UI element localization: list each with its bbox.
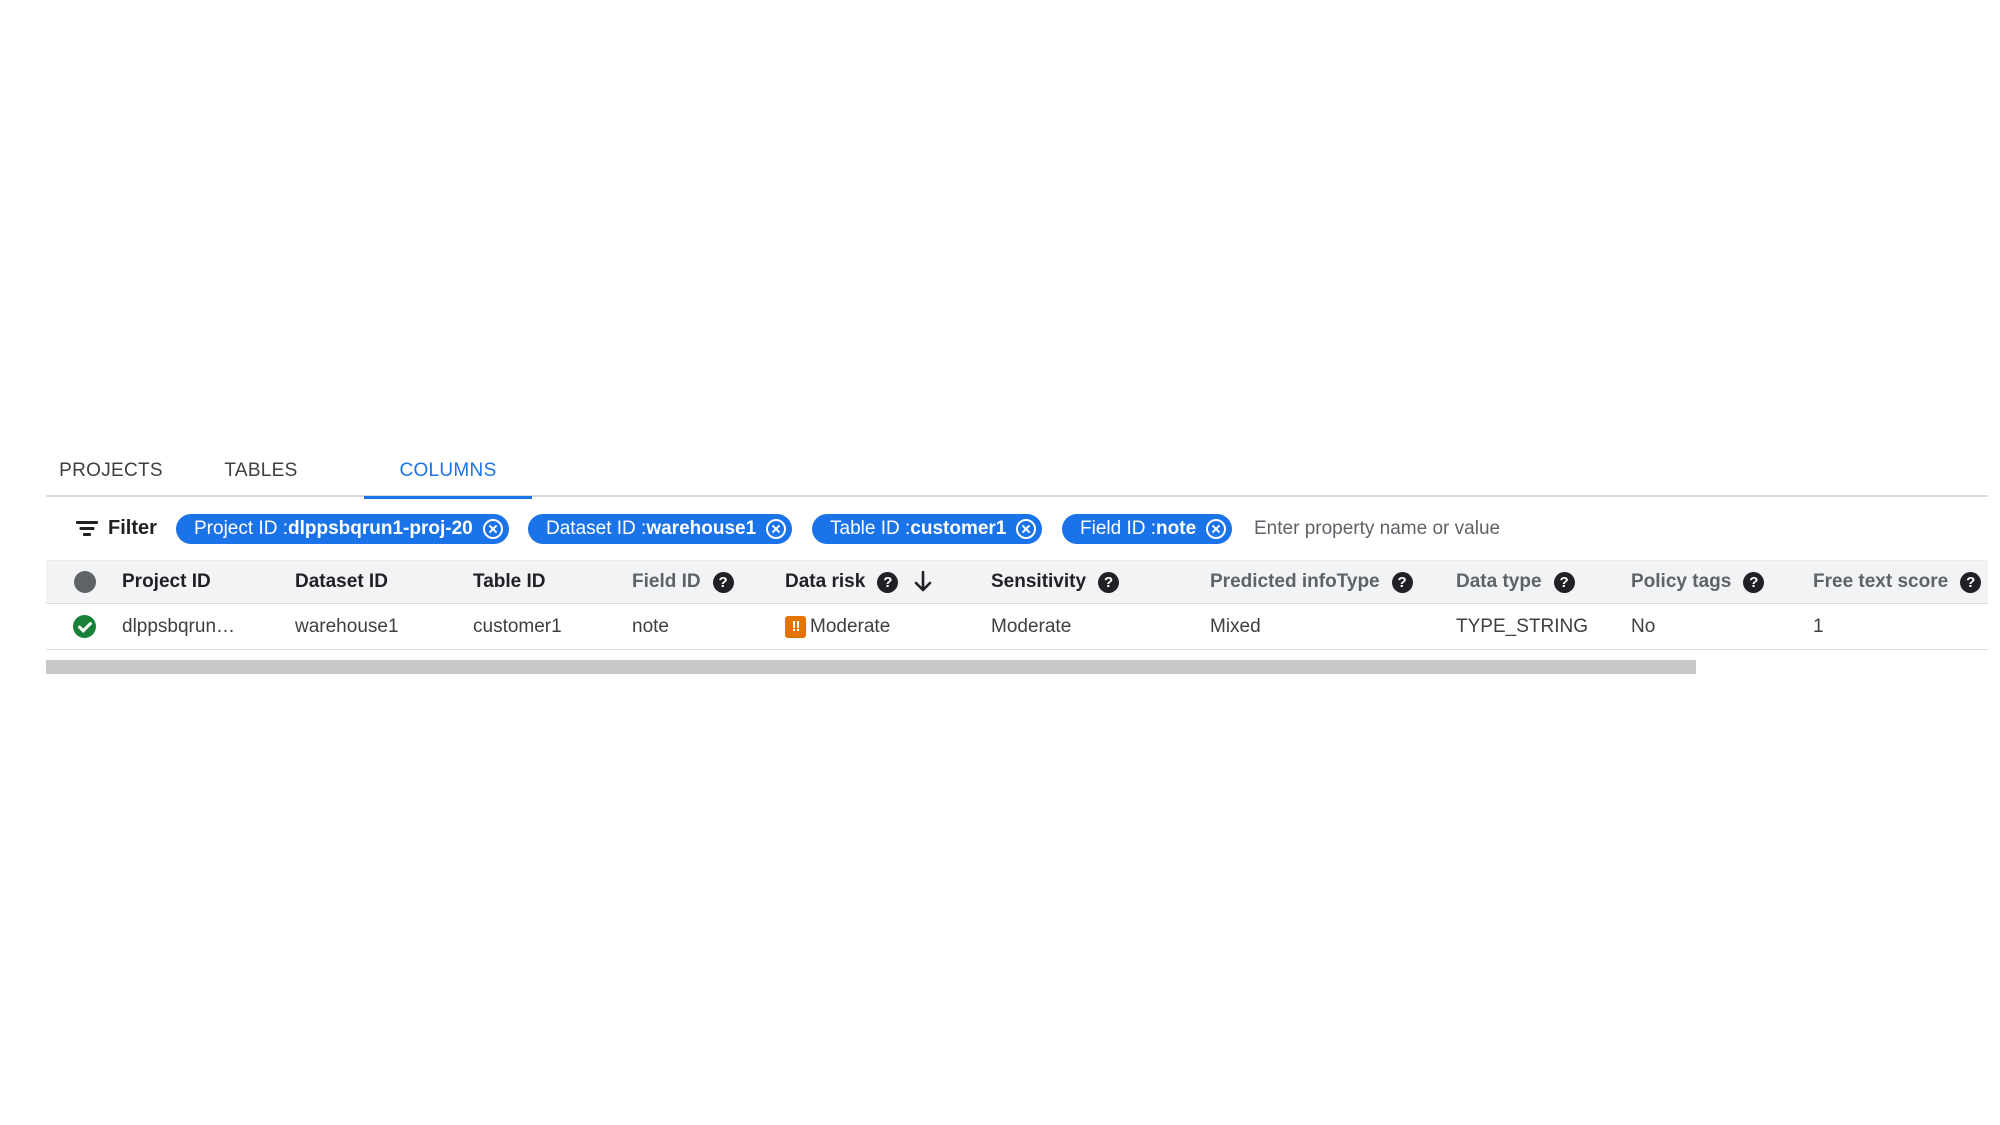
chip-key: Table ID :: [830, 518, 911, 539]
chip-key: Project ID :: [194, 518, 288, 539]
column-header-table-id[interactable]: Table ID: [473, 561, 546, 603]
tab-columns[interactable]: COLUMNS: [364, 445, 532, 499]
filter-label: Filter: [108, 516, 157, 539]
column-header-field-id[interactable]: Field ID ?: [632, 561, 734, 603]
chip-key: Field ID :: [1080, 518, 1157, 539]
table-row[interactable]: dlppsbqrun… warehouse1 customer1 note !!…: [46, 604, 1988, 650]
column-header-free-text-score[interactable]: Free text score ?: [1813, 561, 1982, 603]
arrow-down-icon[interactable]: [914, 571, 932, 593]
cancel-circle-icon[interactable]: [482, 519, 503, 539]
filter-list-icon: [76, 519, 98, 537]
help-circle-icon[interactable]: ?: [1743, 571, 1765, 593]
help-circle-icon[interactable]: ?: [1553, 571, 1575, 593]
filter-button[interactable]: Filter: [76, 513, 157, 543]
select-circle-icon: [74, 571, 96, 593]
help-circle-icon[interactable]: ?: [1391, 571, 1413, 593]
filter-chip-project-id[interactable]: Project ID : dlppsbqrun1-proj-20: [176, 514, 509, 544]
column-header-predicted-infotype[interactable]: Predicted infoType ?: [1210, 561, 1413, 603]
tab-label: TABLES: [224, 460, 298, 481]
tab-tables[interactable]: TABLES: [196, 445, 326, 497]
select-all-toggle[interactable]: [74, 561, 96, 603]
column-header-project-id[interactable]: Project ID: [122, 561, 211, 603]
chip-value: dlppsbqrun1-proj-20: [287, 518, 473, 539]
help-circle-icon[interactable]: ?: [877, 571, 899, 593]
column-header-policy-tags[interactable]: Policy tags ?: [1631, 561, 1765, 603]
help-circle-icon[interactable]: ?: [1098, 571, 1120, 593]
column-header-data-risk[interactable]: Data risk ?: [785, 561, 932, 603]
cell-table-id: customer1: [473, 615, 562, 637]
tab-bar: PROJECTS TABLES COLUMNS: [46, 445, 1988, 499]
tab-label: PROJECTS: [59, 460, 163, 481]
filter-chip-table-id[interactable]: Table ID : customer1: [812, 514, 1043, 544]
help-circle-icon[interactable]: ?: [712, 571, 734, 593]
column-header-label: Free text score: [1813, 571, 1949, 592]
cell-predicted-infotype: Mixed: [1210, 615, 1261, 637]
scrollbar-thumb[interactable]: [46, 660, 1696, 674]
column-header-label: Dataset ID: [295, 571, 388, 592]
check-circle-icon: [73, 615, 96, 638]
column-header-label: Predicted infoType: [1210, 571, 1380, 592]
help-circle-icon[interactable]: ?: [1960, 571, 1982, 593]
column-header-label: Project ID: [122, 571, 211, 592]
data-risk-label: Moderate: [810, 615, 891, 637]
cell-field-id: note: [632, 615, 669, 637]
risk-moderate-icon: !!: [785, 615, 806, 638]
column-header-label: Data risk: [785, 571, 866, 592]
chip-value: note: [1156, 518, 1197, 539]
column-header-sensitivity[interactable]: Sensitivity ?: [991, 561, 1120, 603]
column-header-label: Field ID: [632, 571, 701, 592]
column-header-data-type[interactable]: Data type ?: [1456, 561, 1575, 603]
data-profile-panel: PROJECTS TABLES COLUMNS Filter Project I…: [46, 445, 1988, 676]
column-header-label: Data type: [1456, 571, 1542, 592]
chip-value: warehouse1: [646, 518, 757, 539]
chip-key: Dataset ID :: [546, 518, 647, 539]
cancel-circle-icon[interactable]: [1016, 519, 1037, 539]
filter-chip-field-id[interactable]: Field ID : note: [1062, 514, 1233, 544]
cell-project-id[interactable]: dlppsbqrun…: [122, 604, 235, 649]
filter-chip-dataset-id[interactable]: Dataset ID : warehouse1: [528, 514, 793, 544]
cell-data-risk: !! Moderate: [785, 604, 890, 649]
column-header-label: Table ID: [473, 571, 546, 592]
cancel-circle-icon[interactable]: [766, 519, 787, 539]
column-header-label: Sensitivity: [991, 571, 1087, 592]
column-header-label: Policy tags: [1631, 571, 1732, 592]
cancel-circle-icon[interactable]: [1206, 519, 1227, 539]
filter-input[interactable]: [1254, 514, 1954, 544]
cell-sensitivity: Moderate: [991, 615, 1072, 637]
cell-data-type: TYPE_STRING: [1456, 615, 1588, 637]
filter-bar: Filter Project ID : dlppsbqrun1-proj-20 …: [46, 497, 1988, 560]
tab-projects[interactable]: PROJECTS: [46, 445, 176, 497]
cell-free-text-score: 1: [1813, 615, 1824, 637]
table-header: Project ID Dataset ID Table ID Field ID …: [46, 560, 1988, 604]
tab-label: COLUMNS: [399, 460, 497, 481]
column-header-dataset-id[interactable]: Dataset ID: [295, 561, 388, 603]
row-status[interactable]: [73, 604, 96, 649]
cell-dataset-id: warehouse1: [295, 615, 399, 637]
horizontal-scrollbar[interactable]: [46, 650, 1988, 676]
chip-value: customer1: [910, 518, 1007, 539]
cell-policy-tags: No: [1631, 615, 1656, 637]
